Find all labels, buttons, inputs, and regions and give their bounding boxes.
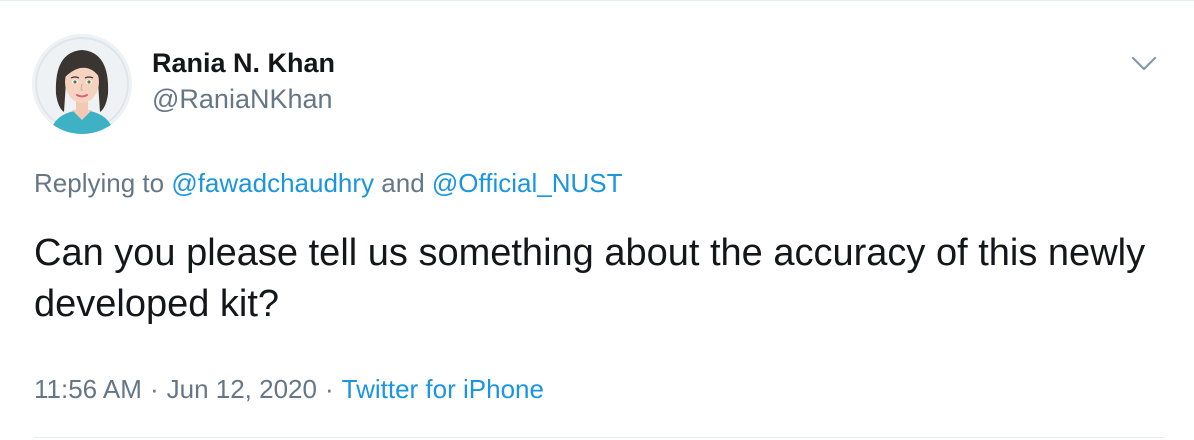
avatar[interactable] bbox=[32, 34, 132, 134]
avatar-illustration bbox=[32, 34, 132, 134]
tweet-source-link[interactable]: Twitter for iPhone bbox=[342, 374, 544, 404]
tweet-text: Can you please tell us something about t… bbox=[34, 232, 1146, 325]
bottom-divider bbox=[34, 437, 1164, 438]
display-name[interactable]: Rania N. Khan bbox=[152, 46, 335, 80]
reply-prefix: Replying to bbox=[34, 168, 165, 198]
tweet-meta: 11:56 AM · Jun 12, 2020 · Twitter for iPhone bbox=[34, 372, 544, 406]
user-handle[interactable]: @RaniaNKhan bbox=[152, 82, 335, 116]
tweet-page: Rania N. Khan @RaniaNKhan Replying to @f… bbox=[0, 0, 1194, 440]
chevron-down-icon bbox=[1131, 56, 1157, 71]
mention-link-fawadchaudhry[interactable]: @fawadchaudhry bbox=[171, 168, 374, 198]
author-block: Rania N. Khan @RaniaNKhan bbox=[152, 46, 335, 116]
reply-conjunction: and bbox=[381, 168, 425, 198]
tweet-date[interactable]: Jun 12, 2020 bbox=[167, 374, 317, 404]
top-divider bbox=[0, 0, 1194, 1]
tweet-menu-button[interactable] bbox=[1126, 46, 1162, 82]
meta-separator: · bbox=[149, 374, 159, 404]
meta-separator: · bbox=[324, 374, 334, 404]
mention-link-official-nust[interactable]: @Official_NUST bbox=[432, 168, 623, 198]
tweet-time[interactable]: 11:56 AM bbox=[34, 374, 142, 404]
reply-context: Replying to @fawadchaudhry and @Official… bbox=[34, 167, 623, 199]
tweet-header: Rania N. Khan @RaniaNKhan bbox=[32, 34, 1162, 134]
